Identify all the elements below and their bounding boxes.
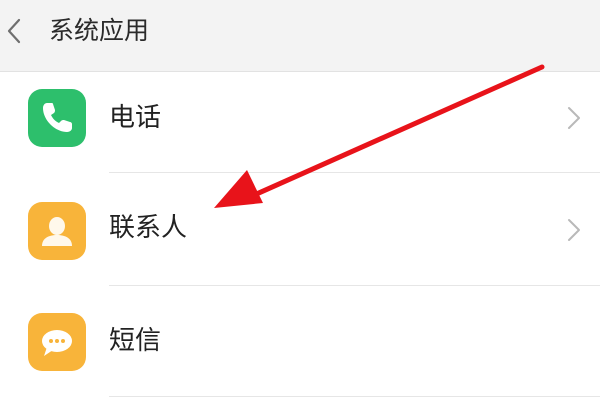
list-item-contacts[interactable]: 联系人 — [0, 173, 600, 286]
item-label: 电话 — [109, 103, 162, 133]
contact-person-icon — [28, 202, 86, 260]
chevron-right-icon — [568, 219, 580, 241]
header-bar: 系统应用 — [0, 0, 600, 72]
list-item-phone[interactable]: 电话 — [0, 72, 600, 185]
message-bubble-icon — [28, 313, 86, 371]
chevron-right-icon — [568, 107, 580, 129]
item-label: 联系人 — [109, 213, 188, 243]
item-label: 短信 — [109, 326, 162, 356]
chevron-left-icon — [7, 18, 21, 44]
divider — [109, 396, 600, 397]
list-item-messages[interactable]: 短信 — [0, 286, 600, 399]
phone-icon — [28, 89, 86, 147]
page-title: 系统应用 — [49, 16, 150, 45]
back-button[interactable] — [2, 14, 28, 48]
